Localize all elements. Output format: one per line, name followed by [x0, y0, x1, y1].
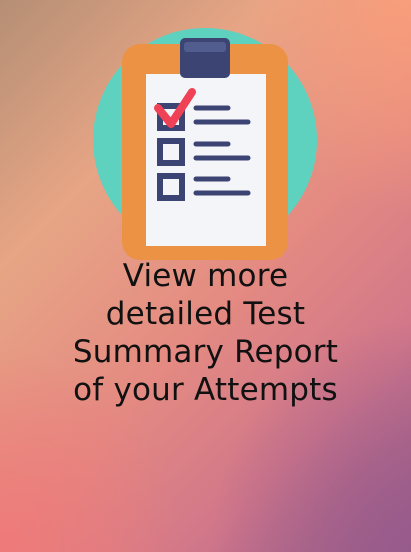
caption-line: detailed Test: [105, 296, 306, 332]
clipboard-checklist-icon: [93, 28, 317, 260]
caption-line: Summary Report: [72, 334, 339, 370]
promo-card[interactable]: View more detailed Test Summary Report o…: [0, 0, 411, 552]
caption-line: of your Attempts: [73, 372, 338, 408]
caption-line: View more: [122, 258, 289, 294]
promo-caption: View more detailed Test Summary Report o…: [0, 257, 411, 409]
